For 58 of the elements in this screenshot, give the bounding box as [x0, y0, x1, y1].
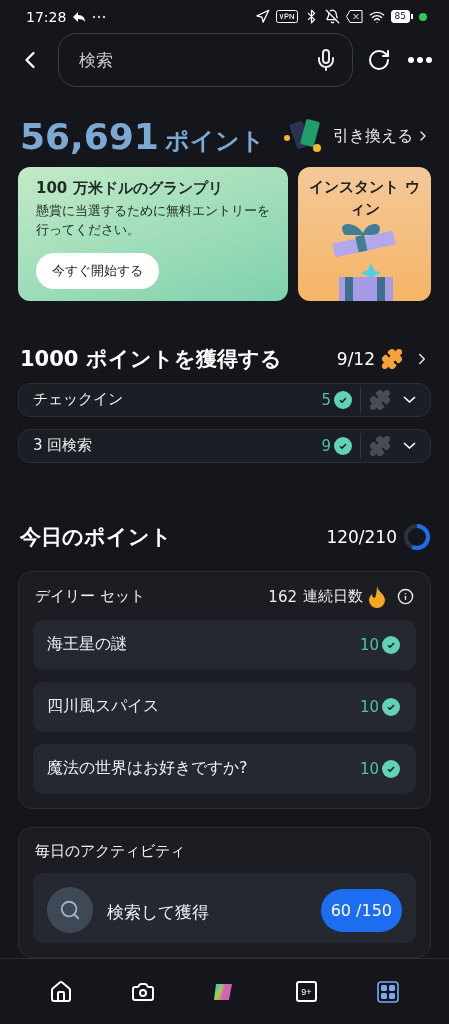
sim-off-icon: [345, 10, 363, 24]
search-input[interactable]: 検索: [77, 49, 314, 72]
reply-arrow-icon: [72, 10, 87, 23]
task-row[interactable]: チェックイン 5: [18, 382, 431, 417]
more-dots-icon: [92, 14, 107, 19]
points-unit: ポイント: [164, 126, 265, 155]
panel-title: デイリー セット: [35, 587, 145, 607]
location-icon: [254, 9, 270, 25]
daily-item-label: 海王星の謎: [47, 634, 128, 656]
promo-title: インスタント ウィン: [308, 177, 421, 220]
chevron-down-icon: [403, 442, 416, 450]
tabs-button[interactable]: 9+: [284, 969, 329, 1014]
expand-toggle[interactable]: [403, 442, 416, 450]
section-title: 1000 ポイントを獲得する: [20, 345, 282, 373]
search-icon: [47, 887, 93, 933]
expand-toggle[interactable]: [403, 396, 416, 404]
task-count: 9: [321, 436, 331, 455]
puzzle-icon: [369, 388, 391, 411]
vpn-icon: [275, 10, 298, 24]
progress-ring: [403, 523, 431, 551]
points-total: 56,691: [20, 115, 159, 157]
redeem-link[interactable]: 引き換える: [333, 125, 431, 147]
sweepstakes-card[interactable]: 100 万米ドルのグランプリ 懸賞に当選するために無料エントリーを行ってください。 今すぐ開始する: [18, 167, 288, 301]
status-dot-icon: [419, 12, 427, 21]
home-icon: [48, 979, 73, 1004]
puzzle-icon: [369, 434, 391, 457]
promo-description: 懸賞に当選するために無料エントリーを行ってください。: [36, 202, 270, 240]
task-count: 5: [321, 390, 331, 409]
status-time: 17:28: [26, 8, 67, 25]
streak-label: 連続日数: [303, 587, 363, 607]
section-title: 今日のポイント: [20, 524, 172, 551]
info-icon[interactable]: [397, 588, 414, 606]
panel-title: 毎日のアクティビティ: [35, 842, 185, 861]
daily-item-points: 10: [359, 760, 379, 778]
chevron-down-icon: [403, 396, 416, 404]
task-label: チェックイン: [33, 390, 124, 410]
task-label: 3 回検索: [33, 436, 94, 456]
daily-item-points: 10: [359, 636, 379, 654]
activity-label: 検索して獲得: [107, 901, 210, 924]
activity-row[interactable]: 検索して獲得 60 /150: [33, 873, 416, 943]
puzzle-icon: [381, 347, 403, 370]
streak-count: 162: [268, 588, 297, 606]
grid-icon: [376, 979, 401, 1004]
task-row[interactable]: 3 回検索 9: [18, 428, 431, 463]
flame-icon: [369, 586, 385, 608]
activity-progress-button[interactable]: 60 /150: [320, 889, 402, 932]
battery-icon: 85: [390, 10, 413, 24]
daily-item[interactable]: 魔法の世界はお好きですか? 10: [33, 744, 416, 794]
daily-item-label: 四川風スパイス: [47, 696, 160, 718]
promo-title: 100 万米ドルのグランプリ: [36, 179, 224, 199]
instant-win-card[interactable]: インスタント ウィン: [298, 167, 431, 301]
start-button[interactable]: 今すぐ開始する: [36, 252, 159, 289]
muted-bell-icon: [324, 9, 340, 25]
daily-item[interactable]: 海王星の謎 10: [33, 620, 416, 670]
daily-item[interactable]: 四川風スパイス 10: [33, 682, 416, 732]
daily-item-label: 魔法の世界はお好きですか?: [47, 758, 249, 780]
search-bar[interactable]: 検索: [58, 33, 353, 88]
daily-item-points: 10: [359, 698, 379, 716]
